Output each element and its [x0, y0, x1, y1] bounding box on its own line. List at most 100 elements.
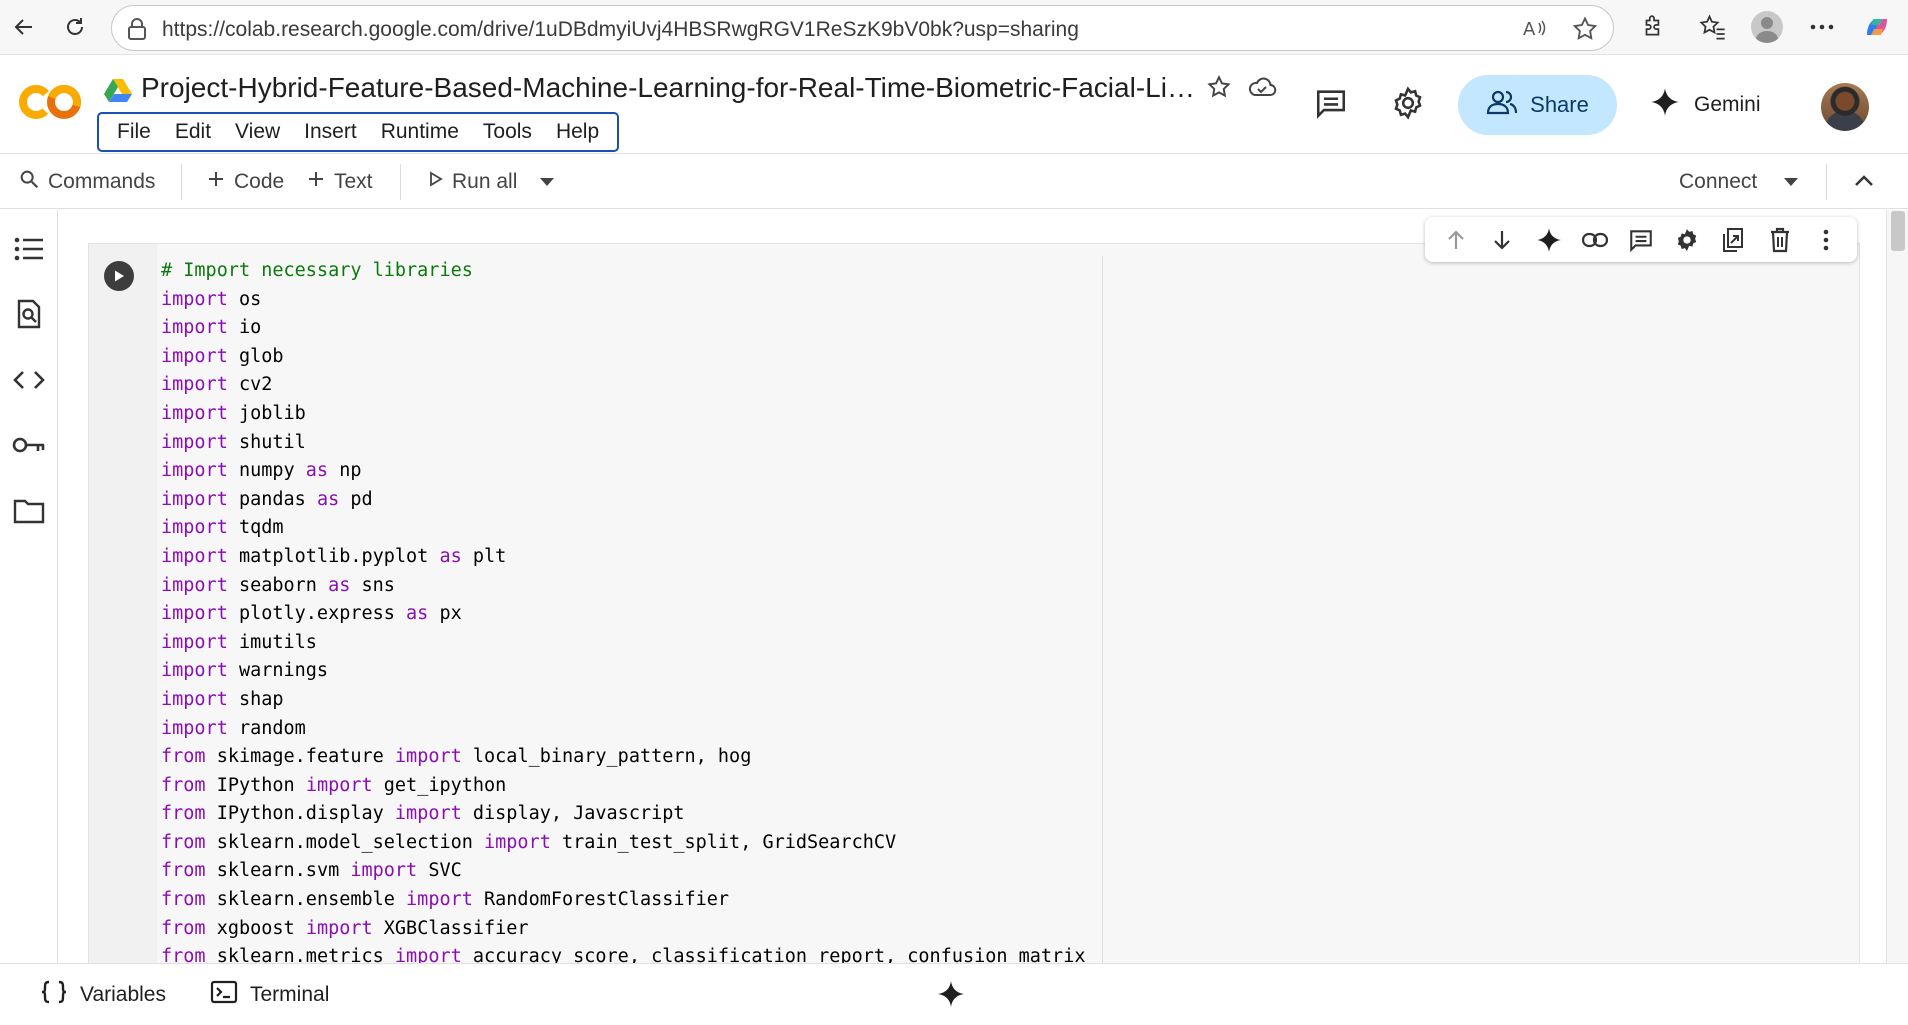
code-text: tqdm: [227, 517, 284, 539]
code-comment: # Import necessary libraries: [161, 260, 473, 281]
back-icon[interactable]: [6, 9, 42, 45]
refresh-icon[interactable]: [57, 9, 93, 45]
notebook-title[interactable]: Project-Hybrid-Feature-Based-Machine-Lea…: [141, 72, 1201, 104]
share-label: Share: [1530, 92, 1589, 117]
cloud-saved-icon[interactable]: [1247, 74, 1277, 105]
more-options-icon[interactable]: [1805, 10, 1839, 44]
variables-button[interactable]: Variables: [40, 980, 166, 1010]
collapse-header-button[interactable]: [1853, 166, 1875, 198]
gemini-spark-icon: [1650, 87, 1680, 123]
files-folder-icon[interactable]: [11, 493, 47, 529]
run-cell-button[interactable]: [104, 261, 134, 291]
scrollbar-thumb[interactable]: [1891, 211, 1905, 251]
connect-button[interactable]: Connect: [1679, 166, 1757, 198]
code-snippets-icon[interactable]: [11, 362, 47, 398]
code-text: px: [428, 603, 462, 625]
code-keyword: from: [161, 774, 206, 796]
copilot-icon[interactable]: [1860, 10, 1894, 44]
svg-text:A: A: [1523, 19, 1536, 40]
user-avatar[interactable]: [1821, 83, 1869, 131]
code-text: local_binary_pattern, hog: [461, 746, 752, 768]
code-line: import pandas as pd: [161, 486, 1085, 515]
favorite-star-icon[interactable]: [1571, 15, 1599, 48]
notebook-toolbar: Commands Code Text Run all Connect: [0, 155, 1908, 209]
menu-insert[interactable]: Insert: [292, 120, 369, 144]
code-line: import glob: [161, 343, 1085, 372]
more-vertical-icon[interactable]: [1809, 223, 1843, 257]
code-text: xgboost: [205, 917, 306, 939]
secrets-key-icon[interactable]: [11, 427, 47, 463]
bottom-bar: Variables Terminal: [0, 963, 1908, 1025]
code-keyword: import: [161, 688, 228, 710]
comments-icon[interactable]: [1314, 86, 1348, 125]
settings-gear-icon[interactable]: [1391, 86, 1425, 125]
notebook-scrollbar[interactable]: [1886, 210, 1908, 963]
code-line: # Import necessary libraries: [161, 257, 1085, 286]
menu-edit[interactable]: Edit: [163, 120, 223, 144]
mirror-cell-tab-icon[interactable]: [1716, 223, 1750, 257]
colab-logo[interactable]: [18, 82, 82, 122]
read-aloud-icon[interactable]: A: [1521, 15, 1549, 48]
terminal-label: Terminal: [250, 983, 330, 1006]
code-editor[interactable]: # Import necessary libraries import os imp…: [161, 257, 1085, 963]
terminal-button[interactable]: Terminal: [210, 980, 329, 1010]
table-of-contents-icon[interactable]: [11, 231, 47, 267]
code-line: import imutils: [161, 629, 1085, 658]
find-replace-icon[interactable]: [11, 296, 47, 332]
caret-down-icon: [1782, 170, 1800, 194]
code-line: from IPython.display import display, Jav…: [161, 800, 1085, 829]
cell-gutter: [89, 244, 157, 963]
code-line: import joblib: [161, 400, 1085, 429]
address-bar[interactable]: https://colab.research.google.com/drive/…: [111, 5, 1614, 51]
link-icon[interactable]: [1578, 223, 1612, 257]
caret-down-icon: [538, 170, 556, 194]
toolbar-divider: [400, 164, 401, 200]
code-keyword: import: [161, 431, 228, 453]
share-button[interactable]: Share: [1458, 75, 1617, 135]
code-keyword: import: [161, 545, 228, 567]
code-keyword: import: [161, 574, 228, 596]
commands-button[interactable]: Commands: [18, 166, 155, 198]
code-keyword: import: [484, 831, 551, 853]
move-up-icon[interactable]: [1439, 223, 1473, 257]
run-all-button[interactable]: Run all: [428, 166, 517, 198]
code-text: os: [227, 288, 262, 310]
connect-dropdown[interactable]: [1782, 166, 1800, 198]
code-text: warnings: [227, 660, 329, 682]
comment-icon[interactable]: [1624, 223, 1658, 257]
gemini-button[interactable]: Gemini: [1650, 75, 1761, 135]
menu-file[interactable]: File: [105, 120, 163, 144]
url-text: https://colab.research.google.com/drive/…: [162, 18, 1079, 41]
code-text: matplotlib.pyplot: [227, 545, 440, 567]
plus-icon: [306, 169, 326, 195]
code-keyword: import: [394, 803, 462, 825]
gemini-spark-icon[interactable]: [937, 980, 965, 1013]
chevron-up-icon: [1853, 170, 1875, 194]
profile-icon[interactable]: [1750, 10, 1784, 44]
code-line: import seaborn as sns: [161, 572, 1085, 601]
code-text: cv2: [227, 374, 273, 396]
google-drive-icon[interactable]: [104, 78, 132, 108]
move-down-icon[interactable]: [1485, 223, 1519, 257]
menu-runtime[interactable]: Runtime: [369, 120, 471, 144]
delete-trash-icon[interactable]: [1763, 223, 1797, 257]
code-keyword: from: [161, 831, 206, 853]
cell-settings-gear-icon[interactable]: [1670, 223, 1704, 257]
code-line: from sklearn.metrics import accuracy_sco…: [161, 943, 1085, 963]
variables-label: Variables: [80, 983, 166, 1006]
code-text: imutils: [227, 631, 317, 653]
favorites-icon[interactable]: [1696, 10, 1730, 44]
add-code-button[interactable]: Code: [206, 166, 284, 198]
menu-tools[interactable]: Tools: [471, 120, 544, 144]
menu-help[interactable]: Help: [544, 120, 611, 144]
star-notebook-icon[interactable]: [1206, 74, 1232, 105]
code-line: import numpy as np: [161, 457, 1085, 486]
code-cell[interactable]: # Import necessary libraries import os imp…: [88, 243, 1860, 963]
extensions-icon[interactable]: [1636, 10, 1670, 44]
lock-icon[interactable]: [126, 17, 148, 46]
gemini-spark-icon[interactable]: [1532, 223, 1566, 257]
run-all-dropdown[interactable]: [538, 166, 556, 198]
add-text-button[interactable]: Text: [306, 166, 373, 198]
menu-view[interactable]: View: [223, 120, 292, 144]
code-text: pandas: [227, 488, 317, 510]
